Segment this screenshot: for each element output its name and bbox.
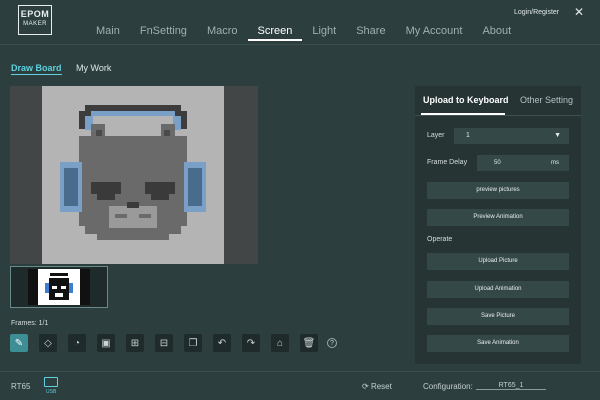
tab-my-work[interactable]: My Work xyxy=(76,63,111,73)
upload-animation-button[interactable]: Upload Animation xyxy=(427,281,569,298)
frames-counter: Frames: 1/1 xyxy=(11,320,49,327)
app-logo: EPOM MAKER xyxy=(18,5,52,35)
frame-delay-input[interactable]: 50 ms xyxy=(477,155,569,171)
clear-icon[interactable]: ⌂ xyxy=(271,334,289,352)
cat-thumbnail-art xyxy=(28,269,90,305)
layer-label: Layer xyxy=(427,132,445,139)
frame-thumbnail-image xyxy=(28,269,90,305)
cat-headphones-pixel-art xyxy=(42,86,224,264)
configuration-select[interactable]: RT65_1 xyxy=(476,382,546,390)
upload-picture-button[interactable]: Upload Picture xyxy=(427,253,569,270)
frame-delay-unit: ms xyxy=(551,160,559,166)
draw-board-canvas[interactable] xyxy=(10,86,258,264)
nav-my-account[interactable]: My Account xyxy=(396,25,473,41)
main-nav: Main FnSetting Macro Screen Light Share … xyxy=(86,25,521,41)
login-register-link[interactable]: Login/Register xyxy=(514,9,559,16)
tab-other-setting[interactable]: Other Setting xyxy=(520,95,573,105)
close-icon[interactable]: ✕ xyxy=(574,5,584,19)
nav-screen[interactable]: Screen xyxy=(247,25,303,41)
image-icon[interactable]: ▣ xyxy=(97,334,115,352)
trash-icon[interactable]: 🗑 xyxy=(300,334,318,352)
logo-subtext: MAKER xyxy=(23,21,47,27)
configuration-label: Configuration: xyxy=(423,382,473,391)
tab-draw-board[interactable]: Draw Board xyxy=(11,63,62,75)
save-animation-button[interactable]: Save Animation xyxy=(427,335,569,352)
settings-panel: Upload to Keyboard Other Setting Layer 1… xyxy=(415,86,581,364)
save-picture-button[interactable]: Save Picture xyxy=(427,308,569,325)
frame-thumbnail[interactable] xyxy=(10,266,108,308)
operate-label: Operate xyxy=(427,236,453,243)
tab-upload-to-keyboard[interactable]: Upload to Keyboard xyxy=(423,95,509,105)
undo-icon[interactable]: ↶ xyxy=(213,334,231,352)
frame-delay-label: Frame Delay xyxy=(427,159,468,166)
reset-icon: ⟳ xyxy=(362,382,371,391)
frame-delay-value: 50 xyxy=(494,160,501,166)
help-icon[interactable]: ? xyxy=(327,338,337,348)
redo-icon[interactable]: ↷ xyxy=(242,334,260,352)
footer-divider xyxy=(0,371,600,372)
copy-frame-icon[interactable]: ❐ xyxy=(184,334,202,352)
drawing-toolbar: ✎ ◇ ◔ ▣ ⊞ ⊟ ❐ ↶ ↷ ⌂ 🗑 ? xyxy=(10,334,348,352)
preview-animation-button[interactable]: Preview Animation xyxy=(427,209,569,226)
fill-bucket-icon[interactable]: ◔ xyxy=(68,334,86,352)
brush-icon[interactable]: ✎ xyxy=(10,334,28,352)
usb-icon xyxy=(44,377,58,387)
reset-button[interactable]: ⟳ Reset xyxy=(362,382,392,391)
nav-share[interactable]: Share xyxy=(346,25,395,41)
pixel-canvas[interactable] xyxy=(42,86,224,264)
nav-light[interactable]: Light xyxy=(302,25,346,41)
active-tab-indicator xyxy=(421,113,505,115)
nav-fnsetting[interactable]: FnSetting xyxy=(130,25,197,41)
panel-tab-divider xyxy=(415,115,581,116)
layer-select[interactable]: 1 ▼ xyxy=(454,128,569,144)
preview-pictures-button[interactable]: preview pictures xyxy=(427,182,569,199)
nav-about[interactable]: About xyxy=(472,25,521,41)
chevron-down-icon: ▼ xyxy=(554,132,561,139)
header-divider xyxy=(0,44,600,45)
eraser-icon[interactable]: ◇ xyxy=(39,334,57,352)
add-frame-icon[interactable]: ⊞ xyxy=(126,334,144,352)
nav-main[interactable]: Main xyxy=(86,25,130,41)
keyboard-model: RT65 xyxy=(11,382,31,391)
layer-value: 1 xyxy=(466,132,470,139)
remove-frame-icon[interactable]: ⊟ xyxy=(155,334,173,352)
usb-label: USB xyxy=(46,389,57,395)
nav-macro[interactable]: Macro xyxy=(197,25,248,41)
logo-text: EPOM xyxy=(20,9,50,19)
reset-label: Reset xyxy=(370,382,392,391)
